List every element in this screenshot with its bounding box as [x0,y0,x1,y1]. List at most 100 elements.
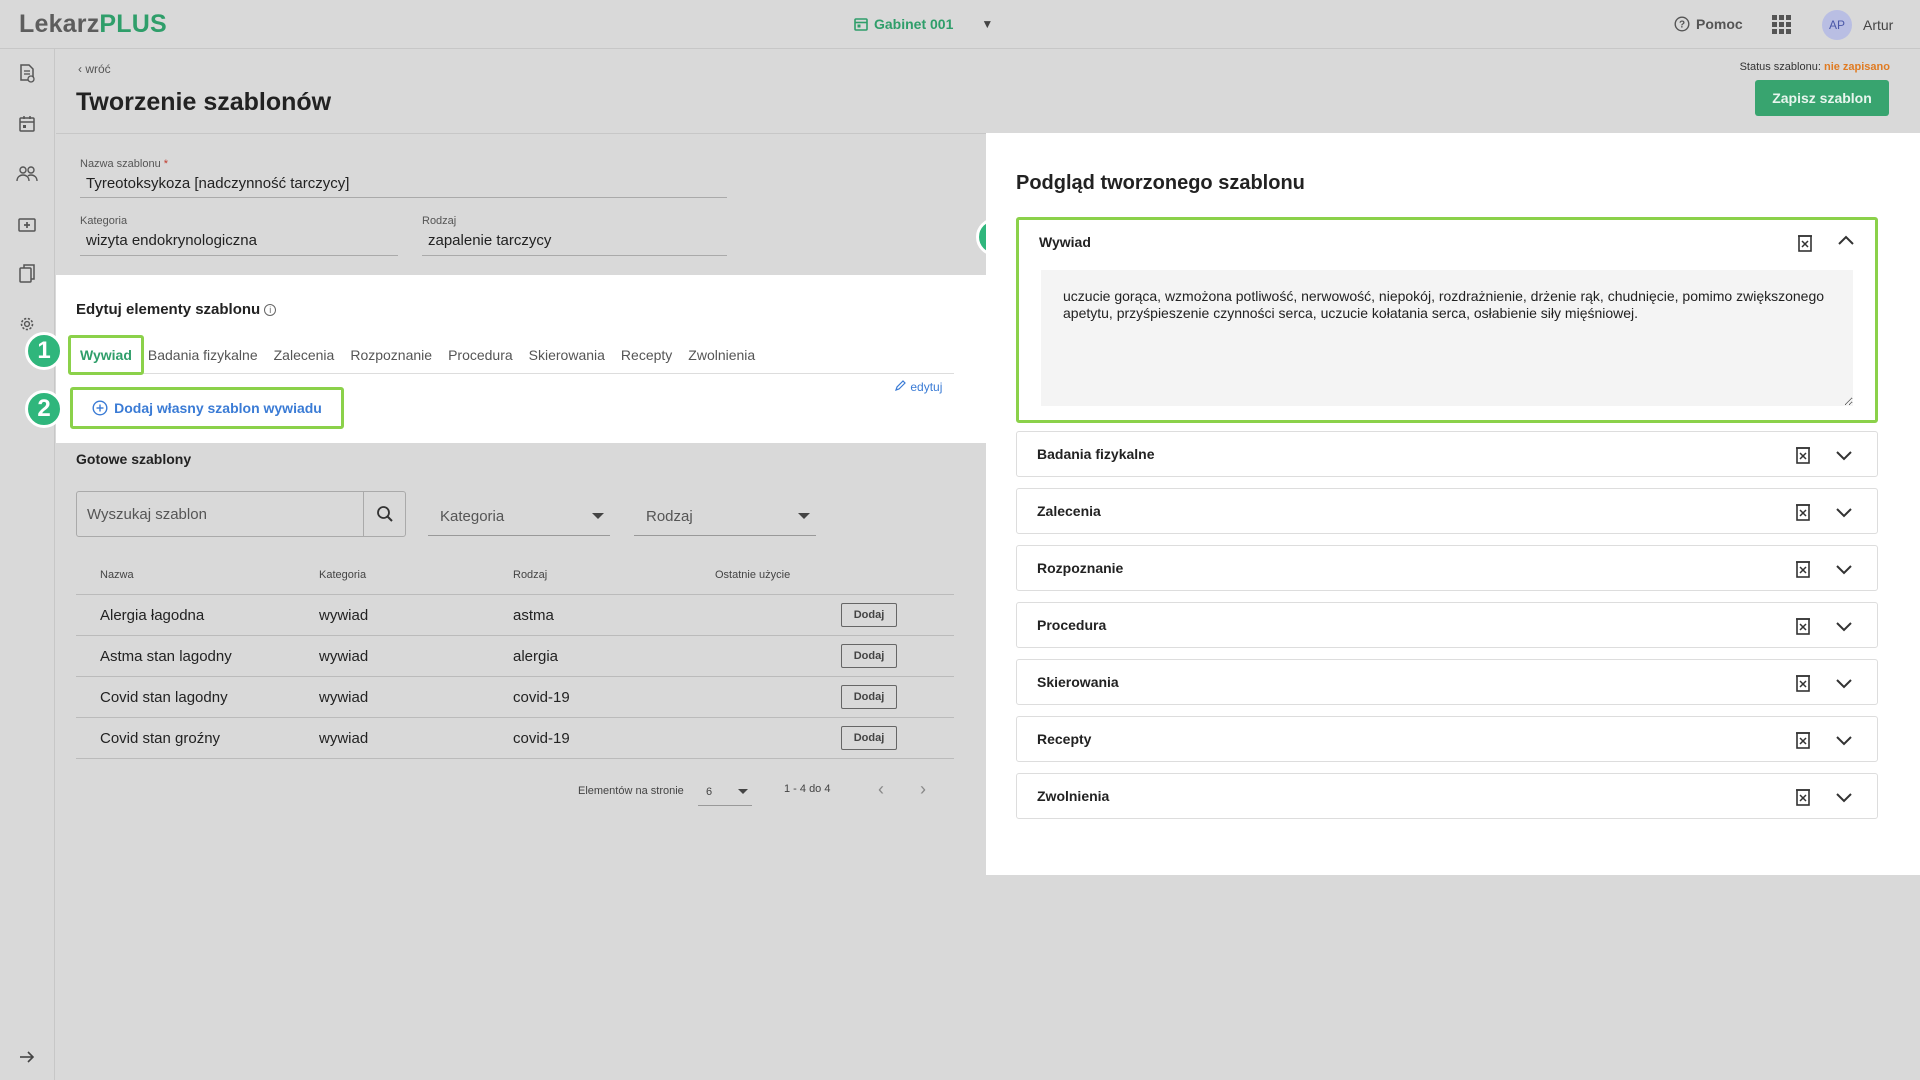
logo-part1: Lekarz [19,10,100,38]
col-last-used[interactable]: Ostatnie użycie [715,569,790,581]
preview-section-zwolnienia[interactable]: Zwolnienia [1016,773,1878,819]
template-name-value: Tyreotoksykoza [nadczynność tarczycy] [86,175,350,192]
wywiad-textarea[interactable]: uczucie gorąca, wzmożona potliwość, nerw… [1041,270,1853,406]
section-title[interactable]: Wywiad [1039,234,1091,250]
gabinet-select[interactable]: Gabinet 001 ▼ [854,16,993,32]
status-label: Status szablonu: [1739,61,1821,73]
delete-icon[interactable] [1795,617,1811,635]
edit-link[interactable]: edytuj [894,379,942,394]
tab-rozpoznanie[interactable]: Rozpoznanie [350,347,432,363]
apps-grid-icon[interactable] [1772,15,1791,34]
type-select[interactable]: Rodzaj [634,496,816,536]
col-type[interactable]: Rodzaj [513,569,547,581]
calendar-icon[interactable] [16,113,38,135]
document-icon[interactable] [16,63,38,85]
tab-zwolnienia[interactable]: Zwolnienia [688,347,755,363]
search-placeholder: Wyszukaj szablon [87,506,207,523]
category-label: Kategoria [80,215,128,227]
preview-section-zalecenia[interactable]: Zalecenia [1016,488,1878,534]
app-logo[interactable]: LekarzPLUS [19,10,167,39]
settings-icon[interactable] [16,313,38,335]
template-name-field[interactable]: Nazwa szablonu * Tyreotoksykoza [nadczyn… [80,158,727,198]
delete-icon[interactable] [1795,503,1811,521]
tab-procedura[interactable]: Procedura [448,347,513,363]
tab-recepty[interactable]: Recepty [621,347,672,363]
table-row: Covid stan lagodny wywiad covid-19 Dodaj [76,677,954,718]
medical-kit-icon[interactable] [16,213,38,235]
page-title: Tworzenie szablonów [76,88,332,116]
tab-skierowania[interactable]: Skierowania [529,347,605,363]
delete-icon[interactable] [1795,731,1811,749]
ready-templates-title: Gotowe szablony [76,451,192,467]
type-select-value: Rodzaj [646,508,693,525]
tab-badania-fizykalne[interactable]: Badania fizykalne [148,347,258,363]
chevron-down-icon[interactable] [1835,560,1853,578]
help-icon: ? [1674,16,1690,32]
col-name[interactable]: Nazwa [100,569,134,581]
chevron-down-icon[interactable] [1835,731,1853,749]
section-title: Rozpoznanie [1037,560,1124,576]
chevron-down-icon[interactable] [1835,503,1853,521]
col-category[interactable]: Kategoria [319,569,366,581]
next-page-icon[interactable]: › [920,779,926,800]
help-label: Pomoc [1696,16,1743,32]
add-template-button[interactable]: Dodaj [841,726,897,750]
tab-wywiad[interactable]: Wywiad [68,335,144,375]
template-search-input[interactable]: Wyszukaj szablon [76,491,406,537]
copy-icon[interactable] [16,263,38,285]
type-field[interactable]: Rodzaj zapalenie tarczycy [422,215,727,256]
search-button[interactable] [363,492,405,536]
add-template-button[interactable]: Dodaj [841,603,897,627]
user-name[interactable]: Artur [1863,17,1893,33]
tab-zalecenia[interactable]: Zalecenia [274,347,335,363]
preview-section-recepty[interactable]: Recepty [1016,716,1878,762]
logo-part2: PLUS [99,10,167,38]
table-header: Nazwa Kategoria Rodzaj Ostatnie użycie [76,557,954,595]
chevron-up-icon[interactable] [1837,232,1855,250]
category-value: wizyta endokrynologiczna [86,232,257,249]
delete-icon[interactable] [1795,788,1811,806]
preview-section-badania-fizykalne[interactable]: Badania fizykalne [1016,431,1878,477]
row-type: covid-19 [513,730,570,747]
template-status: Status szablonu: nie zapisano [1740,61,1890,73]
chevron-down-icon[interactable] [1835,617,1853,635]
category-field[interactable]: Kategoria wizyta endokrynologiczna [80,215,398,256]
help-link[interactable]: ? Pomoc [1674,16,1743,32]
dropdown-arrow-icon [798,513,810,519]
delete-icon[interactable] [1795,446,1811,464]
add-template-button[interactable]: Dodaj [841,644,897,668]
gabinet-label: Gabinet 001 [874,16,954,32]
preview-section-procedura[interactable]: Procedura [1016,602,1878,648]
back-link[interactable]: ‹ wróć [78,62,111,76]
chevron-down-icon[interactable] [1835,674,1853,692]
chevron-down-icon[interactable] [1835,788,1853,806]
save-template-button[interactable]: Zapisz szablon [1755,80,1889,116]
row-category: wywiad [319,689,369,706]
add-own-template-button[interactable]: Dodaj własny szablon wywiadu [70,387,344,429]
patients-icon[interactable] [16,163,38,185]
prev-page-icon[interactable]: ‹ [878,779,884,800]
row-name: Covid stan groźny [100,730,221,747]
chevron-down-icon: ▼ [981,17,994,31]
row-name: Alergia łagodna [100,607,205,624]
preview-section-rozpoznanie[interactable]: Rozpoznanie [1016,545,1878,591]
preview-section-skierowania[interactable]: Skierowania [1016,659,1878,705]
section-title: Badania fizykalne [1037,446,1155,462]
avatar[interactable]: AP [1822,10,1852,40]
delete-icon[interactable] [1795,674,1811,692]
row-category: wywiad [319,648,369,665]
add-template-button[interactable]: Dodaj [841,685,897,709]
pencil-icon [895,380,906,391]
arrow-right-icon[interactable] [16,1046,38,1068]
category-select[interactable]: Kategoria [428,496,610,536]
per-page-select[interactable]: 6 [698,778,752,806]
pagination: Elementów na stronie 6 1 - 4 do 4 ‹ › [578,778,958,808]
page-range: 1 - 4 do 4 [784,783,831,795]
dropdown-arrow-icon [592,513,604,519]
add-own-template-label: Dodaj własny szablon wywiadu [114,400,322,416]
delete-icon[interactable] [1795,560,1811,578]
delete-icon[interactable] [1797,234,1813,252]
chevron-down-icon[interactable] [1835,446,1853,464]
table-row: Covid stan groźny wywiad covid-19 Dodaj [76,718,954,759]
info-icon[interactable]: i [264,304,277,316]
